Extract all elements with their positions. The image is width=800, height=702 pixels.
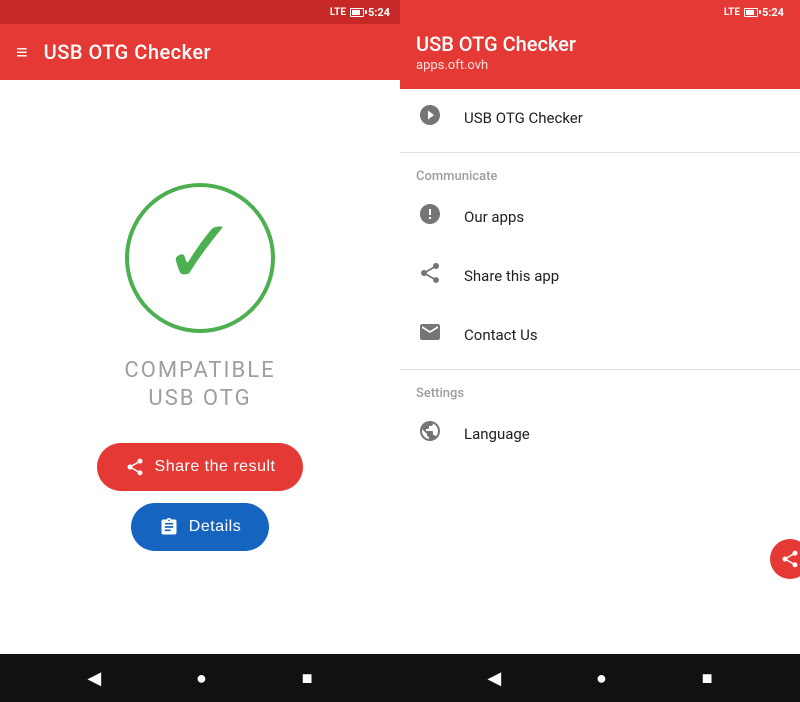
clipboard-icon bbox=[159, 517, 179, 537]
back-button-left[interactable]: ◀ bbox=[87, 668, 101, 689]
usb-otg-label: USB OTG bbox=[148, 386, 251, 411]
exclamation-icon bbox=[416, 202, 444, 232]
nav-bar-right: ◀ ● ■ bbox=[400, 654, 800, 702]
share-result-label: Share the result bbox=[155, 458, 276, 476]
time-right: 5:24 bbox=[762, 6, 784, 19]
left-phone-panel: LTE 5:24 ≡ USB OTG Checker ✓ COMPATIBLE … bbox=[0, 0, 400, 702]
time-left: 5:24 bbox=[368, 6, 390, 19]
drawer-subtitle: apps.oft.ovh bbox=[416, 58, 784, 73]
drawer-body: USB OTG Checker Communicate Our apps Sha… bbox=[400, 89, 800, 654]
divider-2 bbox=[400, 369, 800, 370]
drawer-header: LTE 5:24 USB OTG Checker apps.oft.ovh bbox=[400, 0, 800, 89]
drawer-item-language[interactable]: Language bbox=[400, 405, 800, 464]
share-result-button[interactable]: Share the result bbox=[97, 443, 304, 491]
toolbar-title-left: USB OTG Checker bbox=[44, 40, 211, 64]
share-app-icon bbox=[416, 261, 444, 291]
language-label: Language bbox=[464, 425, 530, 443]
battery-icon bbox=[350, 8, 364, 17]
signal-right: LTE bbox=[724, 7, 740, 18]
drawer-app-name: USB OTG Checker bbox=[416, 24, 784, 56]
envelope-icon bbox=[416, 320, 444, 350]
home-button-right[interactable]: ● bbox=[596, 668, 607, 689]
toolbar-left: ≡ USB OTG Checker bbox=[0, 24, 400, 80]
recent-button-right[interactable]: ■ bbox=[702, 668, 713, 689]
status-bar-right: LTE 5:24 bbox=[416, 0, 784, 24]
right-drawer-panel: LTE 5:24 USB OTG Checker apps.oft.ovh US… bbox=[400, 0, 800, 702]
divider-1 bbox=[400, 152, 800, 153]
drawer-item-contact-us[interactable]: Contact Us bbox=[400, 306, 800, 365]
details-button[interactable]: Details bbox=[131, 503, 269, 551]
hamburger-menu-icon[interactable]: ≡ bbox=[16, 40, 28, 65]
play-icon bbox=[416, 103, 444, 133]
compatible-label: COMPATIBLE bbox=[124, 357, 275, 386]
globe-icon bbox=[416, 419, 444, 449]
nav-bar-left: ◀ ● ■ bbox=[0, 654, 400, 702]
share-fab-peek bbox=[770, 539, 800, 579]
main-content: ✓ COMPATIBLE USB OTG Share the result De… bbox=[0, 80, 400, 654]
drawer-item-usb-otg-checker[interactable]: USB OTG Checker bbox=[400, 89, 800, 148]
drawer-item-our-apps[interactable]: Our apps bbox=[400, 188, 800, 247]
recent-button-left[interactable]: ■ bbox=[302, 668, 313, 689]
checkmark-icon: ✓ bbox=[162, 208, 237, 298]
battery-icon-right bbox=[744, 8, 758, 17]
check-circle: ✓ bbox=[125, 183, 275, 333]
signal-indicator: LTE bbox=[330, 7, 346, 18]
action-buttons: Share the result Details bbox=[97, 443, 304, 551]
our-apps-label: Our apps bbox=[464, 208, 524, 226]
settings-section-label: Settings bbox=[400, 374, 800, 405]
home-button-left[interactable]: ● bbox=[196, 668, 207, 689]
contact-us-label: Contact Us bbox=[464, 326, 538, 344]
share-icon bbox=[125, 457, 145, 477]
usb-otg-checker-menu-label: USB OTG Checker bbox=[464, 109, 583, 127]
share-this-app-label: Share this app bbox=[464, 267, 559, 285]
communicate-section-label: Communicate bbox=[400, 157, 800, 188]
status-bar-left: LTE 5:24 bbox=[0, 0, 400, 24]
drawer-item-share-app[interactable]: Share this app bbox=[400, 247, 800, 306]
back-button-right[interactable]: ◀ bbox=[487, 668, 501, 689]
details-label: Details bbox=[189, 518, 241, 536]
